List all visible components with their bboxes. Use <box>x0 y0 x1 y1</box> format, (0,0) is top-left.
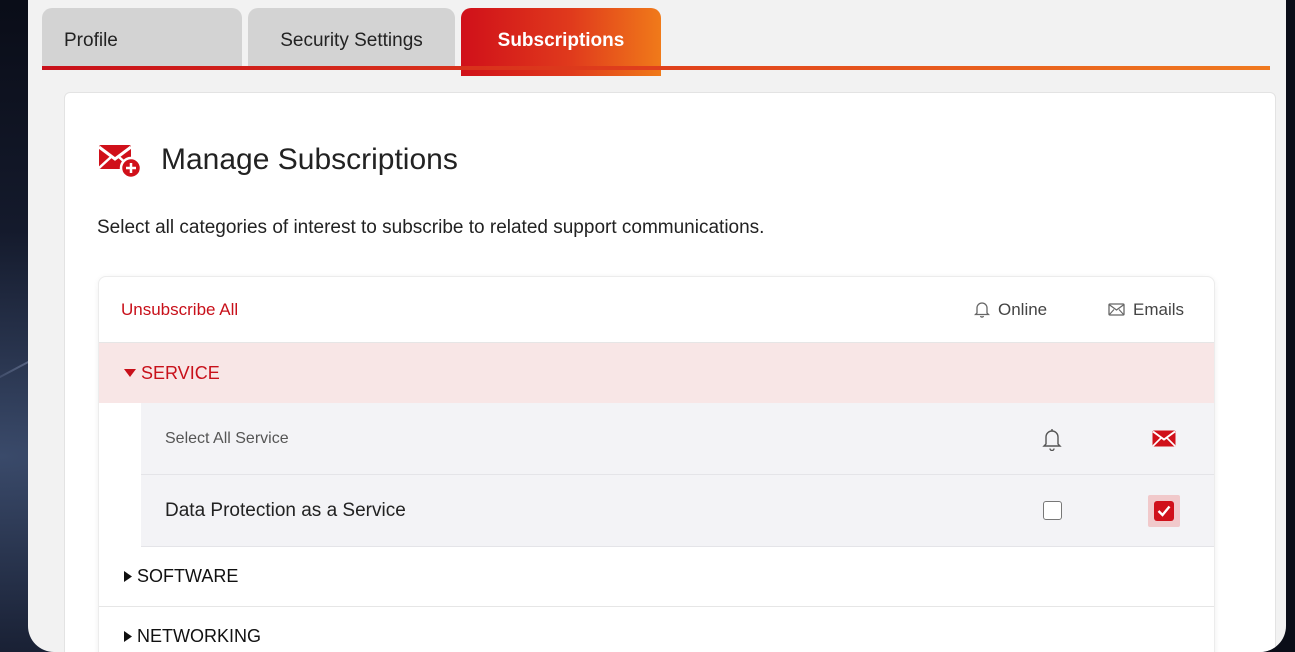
subscriptions-card: Manage Subscriptions Select all categori… <box>64 92 1276 652</box>
unsubscribe-all-link[interactable]: Unsubscribe All <box>121 300 238 320</box>
select-all-label: Select All Service <box>165 429 289 447</box>
item-label: Data Protection as a Service <box>165 499 406 521</box>
group-networking-label: NETWORKING <box>137 626 261 646</box>
select-all-email-toggle[interactable] <box>1144 430 1184 447</box>
column-online-label: Online <box>998 299 1048 319</box>
page-title: Manage Subscriptions <box>161 143 458 176</box>
tab-security-settings[interactable]: Security Settings <box>248 8 455 66</box>
subscription-table: Unsubscribe All Online Emails SERVICE Se… <box>98 276 1215 652</box>
group-service-items: Select All Service Data Protection as a … <box>141 403 1214 547</box>
column-emails-label: Emails <box>1133 299 1185 319</box>
group-service-label: SERVICE <box>141 362 220 383</box>
card-description: Select all categories of interest to sub… <box>97 217 765 238</box>
bell-icon <box>974 302 990 318</box>
envelope-icon <box>1152 430 1176 447</box>
select-all-online-toggle[interactable] <box>1032 427 1072 451</box>
account-window: Profile Security Settings Subscriptions … <box>28 0 1286 652</box>
mail-plus-icon <box>98 145 143 179</box>
online-cell <box>1032 501 1072 520</box>
caret-right-icon <box>124 571 132 582</box>
online-checkbox[interactable] <box>1042 501 1062 520</box>
group-software[interactable]: SOFTWARE <box>99 547 1214 607</box>
tab-security-settings-label: Security Settings <box>280 30 423 51</box>
select-all-row: Select All Service <box>141 403 1214 475</box>
email-cell <box>1144 494 1184 527</box>
group-software-label: SOFTWARE <box>137 566 239 586</box>
email-checkbox[interactable] <box>1148 494 1180 527</box>
caret-down-icon <box>124 369 136 377</box>
tab-bar: Profile Security Settings Subscriptions <box>42 8 661 76</box>
group-networking[interactable]: NETWORKING <box>99 607 1214 652</box>
group-service[interactable]: SERVICE <box>99 343 1214 403</box>
table-header: Unsubscribe All Online Emails <box>99 277 1214 343</box>
envelope-icon <box>1108 303 1125 316</box>
tab-profile[interactable]: Profile <box>42 8 242 66</box>
bell-icon <box>1042 428 1062 451</box>
list-item: Data Protection as a Service <box>141 475 1214 547</box>
tab-underline <box>42 66 1270 70</box>
checkmark-icon <box>1157 505 1171 517</box>
column-online: Online <box>974 300 1066 320</box>
card-header: Manage Subscriptions <box>97 141 458 179</box>
tab-subscriptions-label: Subscriptions <box>497 30 625 51</box>
tab-profile-label: Profile <box>64 30 118 51</box>
checkmark-box <box>1154 500 1174 521</box>
caret-right-icon <box>124 631 132 642</box>
column-emails: Emails <box>1108 300 1192 320</box>
